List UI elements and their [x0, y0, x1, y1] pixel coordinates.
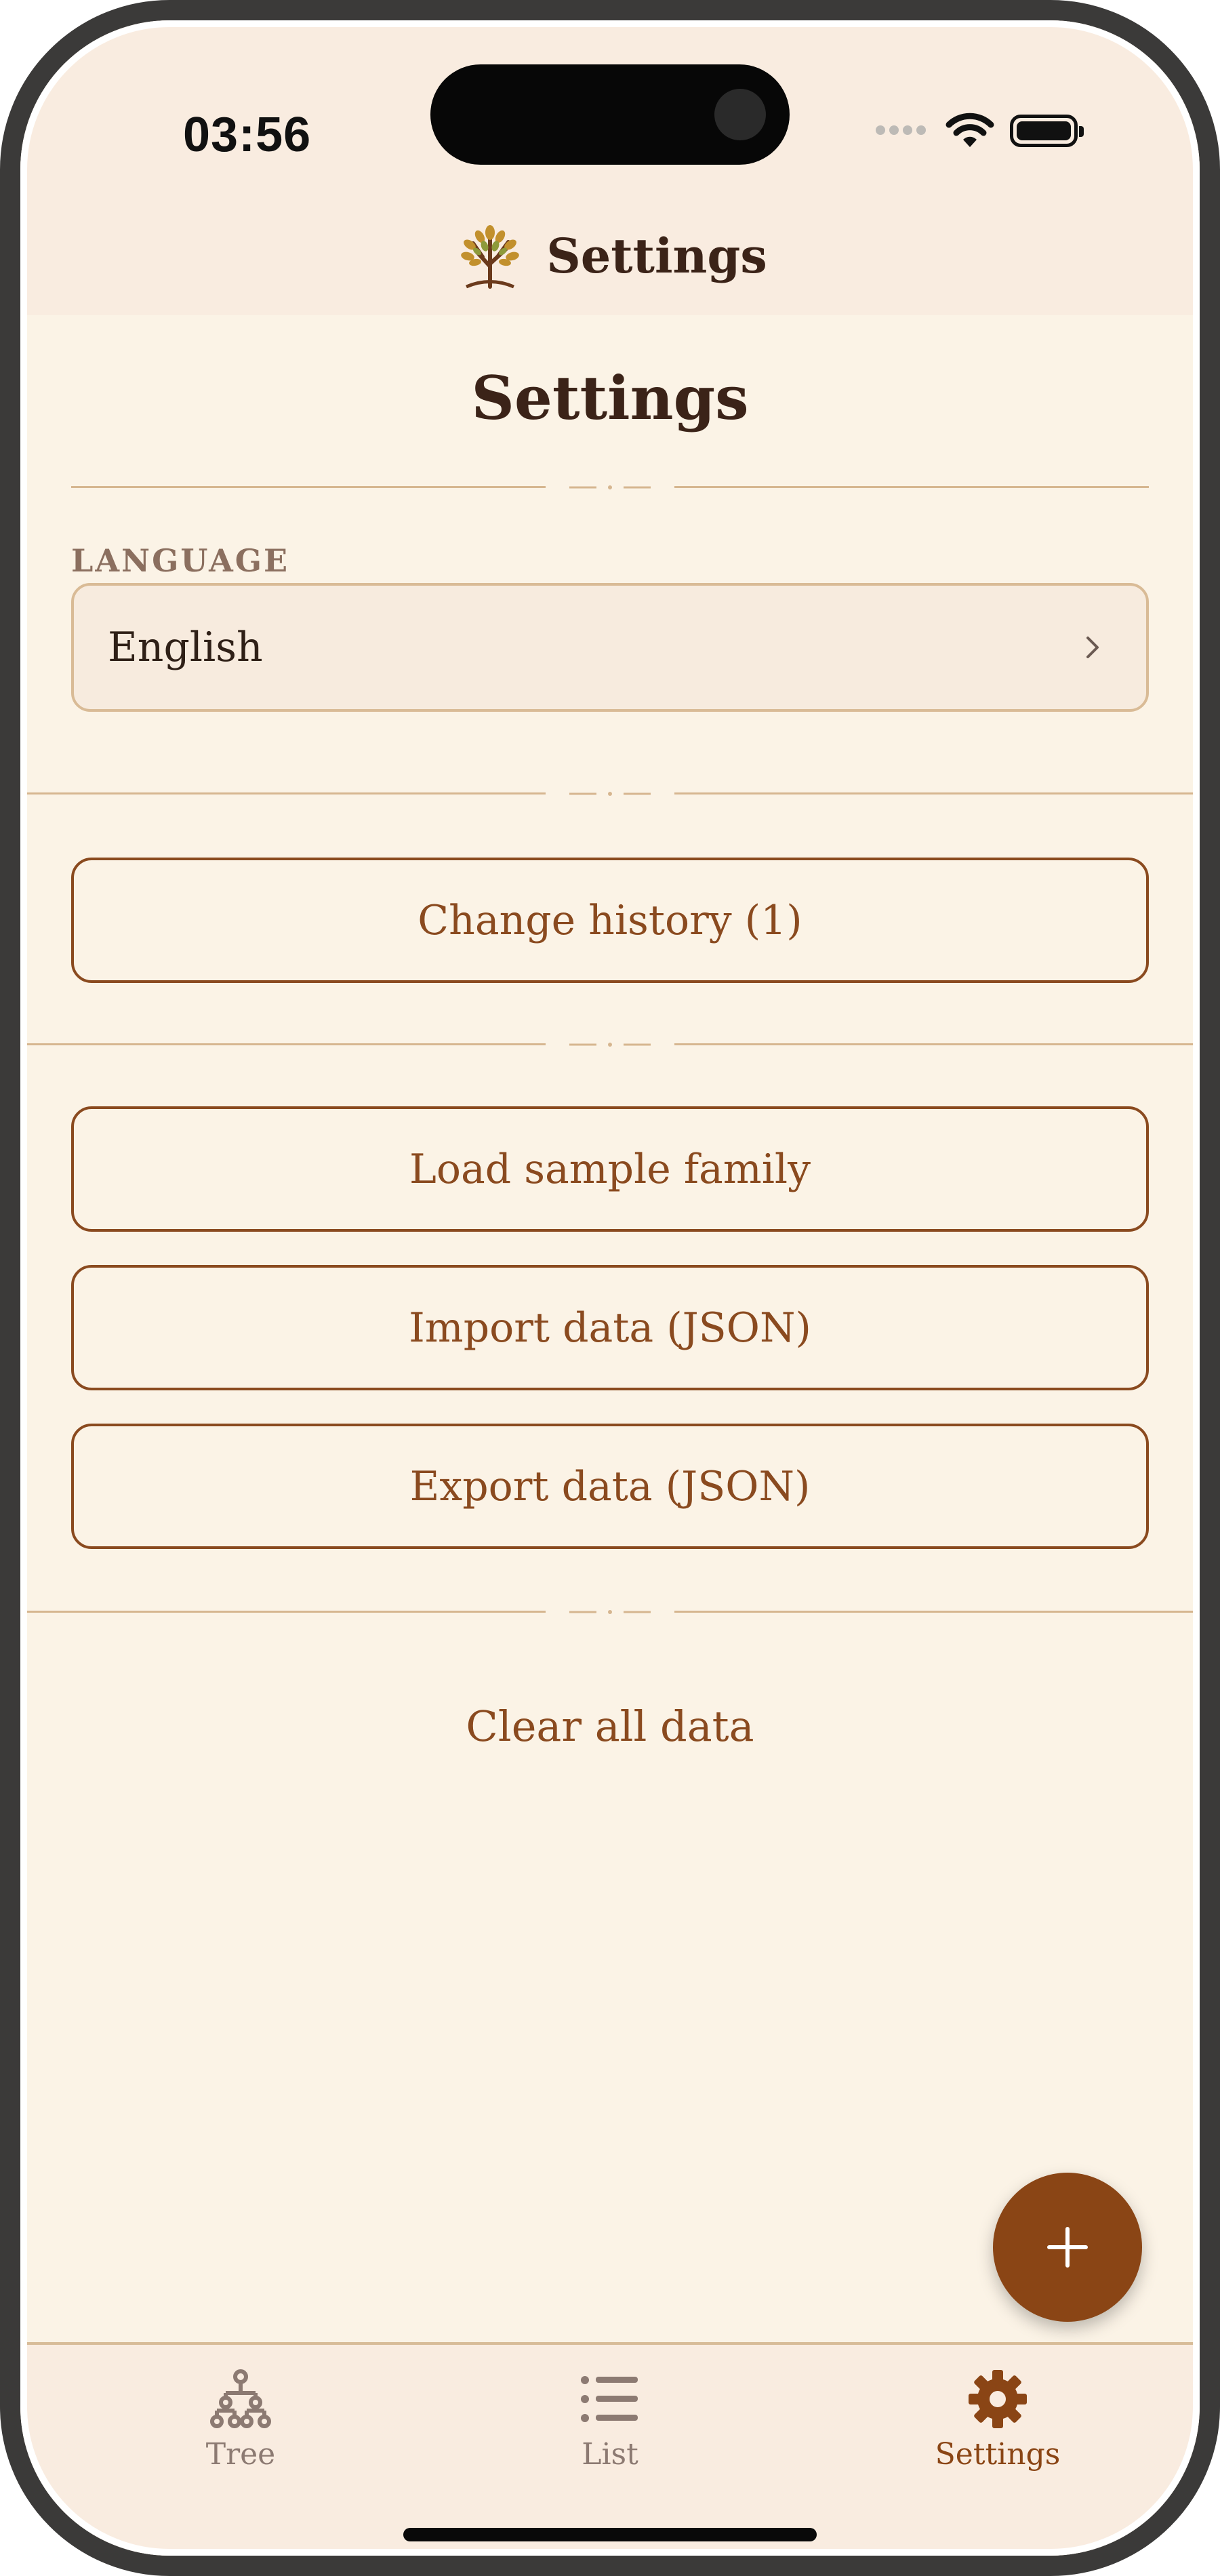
tab-list[interactable]: List: [488, 2365, 732, 2472]
section-divider: [27, 1598, 1193, 1625]
family-tree-icon: [210, 2369, 271, 2428]
home-indicator[interactable]: [403, 2528, 817, 2541]
tab-list-label: List: [582, 2437, 638, 2472]
section-divider: [27, 780, 1193, 807]
add-person-fab[interactable]: [993, 2173, 1142, 2322]
section-divider: [71, 473, 1149, 500]
language-select[interactable]: English: [71, 583, 1149, 712]
tab-tree-label: Tree: [205, 2437, 276, 2472]
status-bar: 03:56: [20, 20, 1200, 197]
nav-bar: Settings: [27, 197, 1193, 315]
change-history-button[interactable]: Change history (1): [71, 858, 1149, 983]
tab-settings[interactable]: Settings: [876, 2365, 1120, 2472]
tab-bar: Tree List Settings: [20, 2342, 1200, 2556]
dynamic-island: [430, 64, 790, 165]
nav-title: Settings: [546, 228, 767, 284]
wifi-icon: [946, 113, 994, 147]
language-section-label: LANGUAGE: [71, 542, 290, 579]
gear-icon: [969, 2370, 1027, 2428]
list-icon: [581, 2376, 638, 2422]
chevron-right-icon: [1086, 637, 1099, 658]
status-time: 03:56: [183, 108, 312, 162]
tab-settings-label: Settings: [935, 2437, 1061, 2472]
tab-tree[interactable]: Tree: [119, 2365, 363, 2472]
cellular-signal-icon: [876, 125, 930, 138]
plus-icon: [1047, 2227, 1088, 2268]
import-data-button[interactable]: Import data (JSON): [71, 1265, 1149, 1390]
page-title: Settings: [471, 363, 749, 433]
language-value: English: [108, 624, 263, 671]
load-sample-family-button[interactable]: Load sample family: [71, 1106, 1149, 1232]
tree-logo-icon: [461, 224, 519, 289]
battery-icon: [1010, 115, 1084, 147]
status-icons: [876, 112, 1084, 150]
section-divider: [27, 1030, 1193, 1058]
clear-all-data-button[interactable]: Clear all data: [20, 1702, 1200, 1751]
camera-icon: [714, 89, 766, 140]
export-data-button[interactable]: Export data (JSON): [71, 1424, 1149, 1549]
phone-frame: 03:56 Settings Settings LANGUAGE English…: [0, 0, 1220, 2576]
